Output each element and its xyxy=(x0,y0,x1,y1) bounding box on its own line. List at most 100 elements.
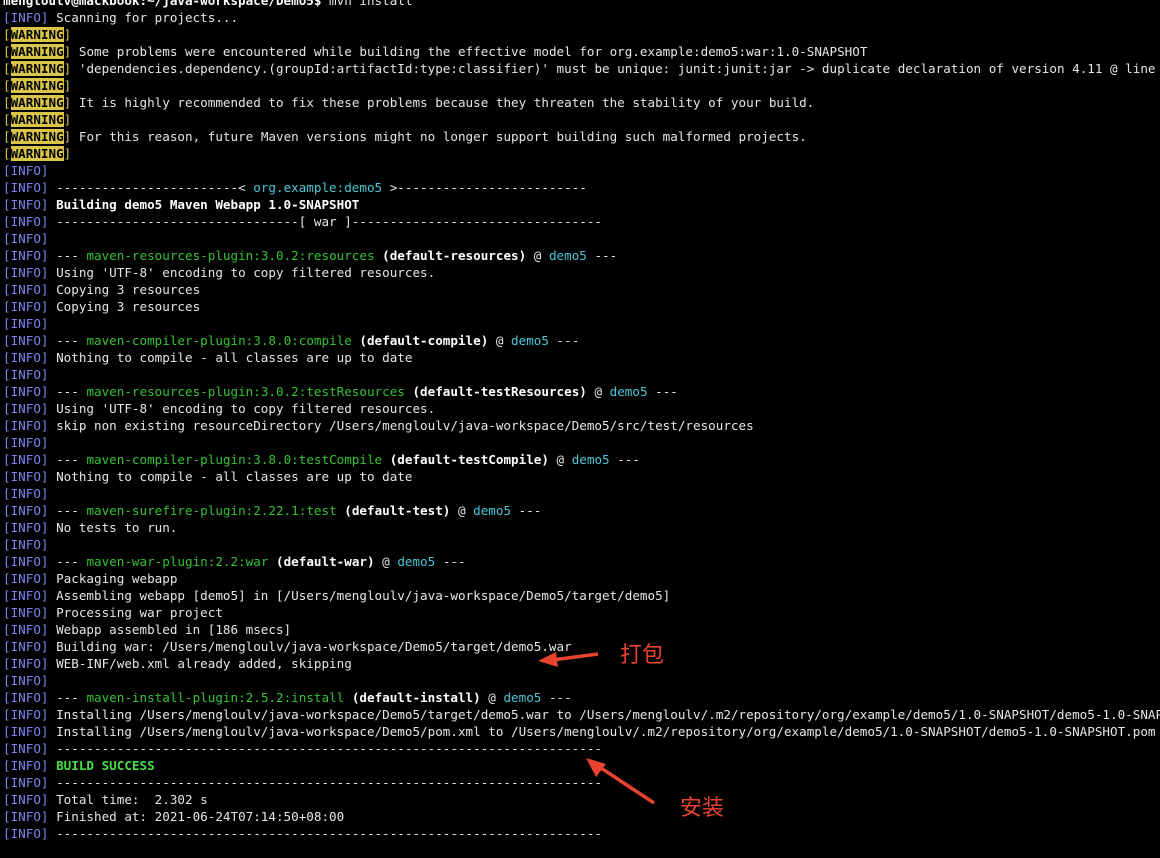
log-level-info: [INFO] xyxy=(3,265,49,280)
log-text: --- xyxy=(56,690,87,705)
log-level-info: [INFO] xyxy=(3,401,49,416)
log-level-info: [INFO] xyxy=(3,163,49,178)
log-text: maven-compiler-plugin:3.8.0:compile xyxy=(86,333,352,348)
log-level-info: [INFO] xyxy=(3,673,49,688)
log-level-info: [INFO] xyxy=(3,384,49,399)
log-text: 'dependencies.dependency.(groupId:artifa… xyxy=(78,61,1160,76)
log-text: @ xyxy=(488,333,512,348)
log-line: [INFO] xyxy=(0,366,1160,383)
log-text: @ xyxy=(586,384,610,399)
log-text: --- xyxy=(609,452,640,467)
log-line: [INFO] --- maven-war-plugin:2.2:war (def… xyxy=(0,553,1160,570)
log-text: Building demo5 Maven Webapp 1.0-SNAPSHOT xyxy=(56,197,360,212)
log-level-warning: [WARNING] xyxy=(3,129,72,144)
log-text: demo5 xyxy=(571,452,610,467)
log-text: For this reason, future Maven versions m… xyxy=(78,129,807,144)
log-text: (default-testResources) xyxy=(404,384,587,399)
log-text: skip non existing resourceDirectory /Use… xyxy=(56,418,754,433)
log-text: Copying 3 resources xyxy=(56,282,201,297)
log-level-info: [INFO] xyxy=(3,520,49,535)
log-line: [INFO] Nothing to compile - all classes … xyxy=(0,468,1160,485)
log-text: --- xyxy=(647,384,678,399)
log-text: maven-resources-plugin:3.0.2:testResourc… xyxy=(86,384,405,399)
log-text: org.example:demo5 xyxy=(253,180,383,195)
log-text: Finished at: 2021-06-24T07:14:50+08:00 xyxy=(56,809,345,824)
log-line: [INFO] Webapp assembled in [186 msecs] xyxy=(0,621,1160,638)
log-line: [INFO] Nothing to compile - all classes … xyxy=(0,349,1160,366)
log-line: [INFO] --------------------------------[… xyxy=(0,213,1160,230)
terminal-window[interactable]: mengloulv@mackbook:~/java-workspace/Demo… xyxy=(0,0,1160,858)
log-text: Assembling webapp [demo5] in [/Users/men… xyxy=(56,588,671,603)
log-text: maven-install-plugin:2.5.2:install xyxy=(86,690,345,705)
log-level-info: [INFO] xyxy=(3,724,49,739)
log-text: maven-resources-plugin:3.0.2:resources xyxy=(86,248,375,263)
log-text: (default-compile) xyxy=(351,333,489,348)
log-level-info: [INFO] xyxy=(3,554,49,569)
log-text: @ xyxy=(374,554,398,569)
log-level-info: [INFO] xyxy=(3,588,49,603)
log-line: [INFO] Copying 3 resources xyxy=(0,281,1160,298)
shell-prompt: mengloulv@mackbook:~/java-workspace/Demo… xyxy=(0,0,1160,9)
log-text: Using 'UTF-8' encoding to copy filtered … xyxy=(56,401,436,416)
log-text: Scanning for projects... xyxy=(56,10,239,25)
log-text: maven-surefire-plugin:2.22.1:test xyxy=(86,503,337,518)
log-level-warning: [WARNING] xyxy=(3,78,72,93)
log-line: [WARNING] For this reason, future Maven … xyxy=(0,128,1160,145)
log-line: [INFO] ------------------------< org.exa… xyxy=(0,179,1160,196)
log-text: @ xyxy=(548,452,572,467)
log-level-info: [INFO] xyxy=(3,571,49,586)
log-level-info: [INFO] xyxy=(3,656,49,671)
log-line: [INFO] Building war: /Users/mengloulv/ja… xyxy=(0,638,1160,655)
log-text: BUILD SUCCESS xyxy=(56,758,155,773)
log-text: demo5 xyxy=(609,384,648,399)
log-text: Packaging webapp xyxy=(56,571,178,586)
log-level-info: [INFO] xyxy=(3,503,49,518)
log-line: [INFO] --- maven-resources-plugin:3.0.2:… xyxy=(0,247,1160,264)
log-level-info: [INFO] xyxy=(3,690,49,705)
log-line: [INFO] --- maven-surefire-plugin:2.22.1:… xyxy=(0,502,1160,519)
log-text: Some problems were encountered while bui… xyxy=(78,44,868,59)
log-text: (default-install) xyxy=(344,690,481,705)
log-level-info: [INFO] xyxy=(3,605,49,620)
log-level-warning: [WARNING] xyxy=(3,27,72,42)
log-level-info: [INFO] xyxy=(3,214,49,229)
log-level-info: [INFO] xyxy=(3,350,49,365)
log-text: Installing /Users/mengloulv/java-workspa… xyxy=(56,724,1156,739)
log-level-info: [INFO] xyxy=(3,775,49,790)
log-text: ------------------------< xyxy=(56,180,254,195)
log-text: @ xyxy=(450,503,474,518)
log-level-info: [INFO] xyxy=(3,248,49,263)
log-text: No tests to run. xyxy=(56,520,178,535)
log-level-info: [INFO] xyxy=(3,758,49,773)
log-text: Total time: 2.302 s xyxy=(56,792,208,807)
log-text: --- xyxy=(56,333,87,348)
log-line: [INFO] --- maven-compiler-plugin:3.8.0:c… xyxy=(0,332,1160,349)
log-text: Webapp assembled in [186 msecs] xyxy=(56,622,292,637)
log-line: [INFO] xyxy=(0,485,1160,502)
log-level-info: [INFO] xyxy=(3,537,49,552)
log-text: --- xyxy=(56,248,87,263)
log-level-info: [INFO] xyxy=(3,333,49,348)
log-level-info: [INFO] xyxy=(3,486,49,501)
log-level-warning: [WARNING] xyxy=(3,95,72,110)
log-text: >------------------------- xyxy=(382,180,587,195)
log-line: [INFO] skip non existing resourceDirecto… xyxy=(0,417,1160,434)
log-level-warning: [WARNING] xyxy=(3,146,72,161)
log-line: [INFO] ---------------------------------… xyxy=(0,825,1160,842)
log-text: --- xyxy=(511,503,542,518)
log-line: [INFO] xyxy=(0,230,1160,247)
annotation-install-label: 安装 xyxy=(680,796,725,821)
log-text: @ xyxy=(526,248,549,263)
log-line: [INFO] Installing /Users/mengloulv/java-… xyxy=(0,706,1160,723)
log-line: [INFO] ---------------------------------… xyxy=(0,774,1160,791)
log-text: --- xyxy=(56,503,87,518)
log-line: [INFO] Using 'UTF-8' encoding to copy fi… xyxy=(0,400,1160,417)
log-level-info: [INFO] xyxy=(3,792,49,807)
log-line: [INFO] --- maven-resources-plugin:3.0.2:… xyxy=(0,383,1160,400)
log-level-info: [INFO] xyxy=(3,180,49,195)
log-text: (default-war) xyxy=(268,554,375,569)
log-text: WEB-INF/web.xml already added, skipping xyxy=(56,656,352,671)
log-level-info: [INFO] xyxy=(3,282,49,297)
log-level-info: [INFO] xyxy=(3,469,49,484)
log-text: --- xyxy=(541,690,572,705)
